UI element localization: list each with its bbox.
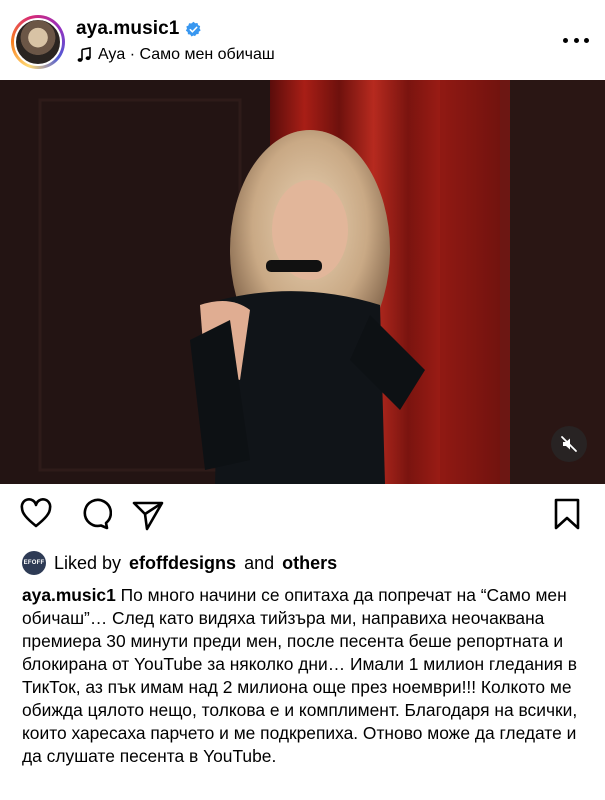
paper-plane-icon[interactable] [130,496,166,532]
mute-toggle-button[interactable] [551,426,587,462]
speaker-muted-icon [561,436,577,452]
liker-username[interactable]: efoffdesigns [129,553,236,574]
post-video[interactable] [0,80,605,484]
more-options-button[interactable] [563,30,589,50]
likes-summary[interactable]: EFOFF Liked by efoffdesigns and others [22,551,337,575]
music-note-icon [77,47,91,62]
username-row: aya.music1 [76,18,202,40]
username-link[interactable]: aya.music1 [76,18,179,40]
post-header: aya.music1 Aya · Само мен обичаш [0,0,605,80]
audio-label: Aya · Само мен обичаш [98,46,275,63]
caption-text: По много начини се опитаха да попречат н… [22,585,578,766]
likes-prefix: Liked by [54,552,122,573]
audio-attribution[interactable]: Aya · Само мен обичаш [76,46,275,64]
caption-username[interactable]: aya.music1 [22,585,116,605]
verified-badge-icon [186,21,202,36]
story-ring[interactable] [11,15,65,69]
likes-and: and [244,552,275,573]
video-frame [0,80,605,484]
bookmark-icon[interactable] [549,496,585,532]
post-caption: aya.music1 По много начини се опитаха да… [22,584,592,768]
comment-bubble-icon[interactable] [76,496,112,532]
liker-avatar[interactable]: EFOFF [22,551,46,575]
likes-others-link[interactable]: others [282,553,337,574]
more-options-icon [563,37,568,43]
action-bar [0,496,605,540]
profile-avatar[interactable] [14,18,62,66]
heart-icon[interactable] [18,496,54,532]
